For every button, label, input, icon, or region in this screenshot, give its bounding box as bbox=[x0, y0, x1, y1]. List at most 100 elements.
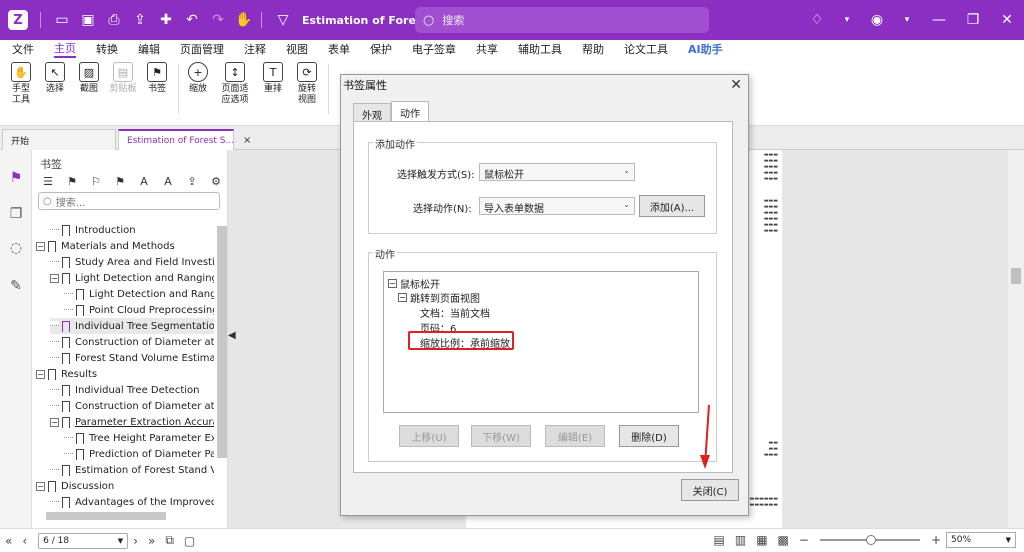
bookmark-item[interactable]: Advantages of the Improved Individual bbox=[50, 494, 214, 510]
menu-item[interactable]: 表单 bbox=[328, 41, 350, 57]
bell-icon[interactable]: ♢ bbox=[806, 9, 828, 31]
zoom-in-icon[interactable]: + bbox=[931, 533, 941, 547]
tab-appearance[interactable]: 外观 bbox=[353, 103, 391, 122]
font-decrease-icon[interactable]: A bbox=[158, 172, 178, 190]
clipboard-button[interactable]: ▤ 剪贴板 bbox=[106, 62, 140, 95]
minimize-button[interactable]: — bbox=[922, 0, 956, 40]
attachment-icon[interactable]: ✎ bbox=[6, 276, 26, 296]
bookmark-scrollbar[interactable] bbox=[217, 226, 227, 458]
collapse-panel-icon[interactable]: ◀ bbox=[228, 330, 236, 341]
menu-item[interactable]: 辅助工具 bbox=[518, 41, 562, 57]
collapse-icon[interactable]: − bbox=[388, 279, 397, 288]
bookmark-hscrollbar[interactable] bbox=[46, 512, 166, 520]
bookmark-panel-icon[interactable]: ⚑ bbox=[6, 168, 26, 188]
menu-item[interactable]: 转换 bbox=[96, 41, 118, 57]
menu-item[interactable]: 电子签章 bbox=[412, 41, 456, 57]
action-select[interactable]: 导入表单数据 ⌄ bbox=[479, 197, 635, 215]
chevron-down-icon[interactable]: ▽ bbox=[272, 9, 294, 31]
bookmark-item[interactable]: Study Area and Field Investigation bbox=[50, 254, 214, 270]
select-button[interactable]: ↖ 选择 bbox=[38, 62, 72, 95]
print-icon[interactable]: ⎙ bbox=[103, 9, 125, 31]
undo-icon[interactable]: ↶ bbox=[181, 9, 203, 31]
new-file-icon[interactable]: ✚ bbox=[155, 9, 177, 31]
fit-width-icon[interactable]: ⧉ bbox=[165, 533, 174, 548]
screenshot-button[interactable]: ▨ 截图 bbox=[72, 62, 106, 95]
tab-home[interactable]: 开始 bbox=[2, 129, 116, 150]
collapse-icon[interactable]: − bbox=[50, 417, 59, 427]
grid-view-icon[interactable]: ▩ bbox=[778, 533, 789, 547]
prev-page-icon[interactable]: ‹ bbox=[22, 534, 27, 548]
tree-node-goto-view[interactable]: − 跳转到页面视图 bbox=[398, 290, 480, 305]
fit-page-button[interactable]: ↕ 页面适 应选项 bbox=[216, 62, 254, 106]
menu-item[interactable]: 主页 bbox=[54, 40, 76, 58]
menu-item[interactable]: 论文工具 bbox=[624, 41, 668, 57]
bookmark-item[interactable]: Introduction bbox=[50, 222, 136, 238]
edit-button[interactable]: 编辑(E) bbox=[545, 425, 605, 447]
bookmark-item[interactable]: Point Cloud Preprocessing bbox=[64, 302, 214, 318]
zoom-button[interactable]: + 缩放 bbox=[181, 62, 215, 95]
close-icon[interactable]: ✕ bbox=[730, 77, 742, 93]
menu-item[interactable]: 编辑 bbox=[138, 41, 160, 57]
bookmark-item[interactable]: − Parameter Extraction Accuracy bbox=[50, 414, 214, 430]
trigger-select[interactable]: 鼠标松开 ⌄ bbox=[479, 163, 635, 181]
pages-icon[interactable]: ❐ bbox=[6, 204, 26, 224]
rotate-view-button[interactable]: ⟳ 旋转 视图 bbox=[290, 62, 324, 106]
page-number-input[interactable]: 6 / 18 ▼ bbox=[38, 532, 129, 549]
font-increase-icon[interactable]: A bbox=[134, 172, 154, 190]
first-page-icon[interactable]: « bbox=[5, 534, 12, 548]
two-page-view-icon[interactable]: ▦ bbox=[756, 533, 767, 547]
action-tree[interactable]: − 鼠标松开 − 跳转到页面视图 文档：当前文档 页码：6 缩放比例：承前缩放 bbox=[383, 271, 699, 413]
vertical-scrollbar[interactable] bbox=[1008, 150, 1024, 528]
single-page-icon[interactable]: ▢ bbox=[184, 534, 195, 548]
move-down-button[interactable]: 下移(W) bbox=[471, 425, 531, 447]
move-up-button[interactable]: 上移(U) bbox=[399, 425, 459, 447]
single-page-view-icon[interactable]: ▤ bbox=[714, 533, 725, 547]
close-window-button[interactable]: ✕ bbox=[990, 0, 1024, 40]
bookmark-item[interactable]: Individual Tree Detection bbox=[50, 382, 199, 398]
zoom-out-icon[interactable]: − bbox=[799, 533, 809, 547]
hand-tool-button[interactable]: ✋ 手型 工具 bbox=[4, 62, 38, 106]
zoom-slider-knob[interactable] bbox=[865, 535, 876, 545]
bookmark-item[interactable]: Light Detection and Ranging bbox=[64, 286, 214, 302]
zoom-slider[interactable] bbox=[819, 535, 920, 545]
close-dialog-button[interactable]: 关闭(C) bbox=[681, 479, 739, 501]
tab-action[interactable]: 动作 bbox=[391, 101, 429, 121]
bookmark-item[interactable]: Individual Tree Segmentation bbox=[50, 318, 214, 334]
collapse-icon[interactable]: − bbox=[36, 481, 45, 491]
comment-icon[interactable]: ◌ bbox=[6, 238, 26, 258]
bookmark-button[interactable]: ⚑ 书签 bbox=[140, 62, 174, 95]
next-page-icon[interactable]: › bbox=[133, 534, 138, 548]
menu-item[interactable]: 注释 bbox=[244, 41, 266, 57]
menu-item[interactable]: 帮助 bbox=[582, 41, 604, 57]
scroll-thumb[interactable] bbox=[1011, 268, 1021, 284]
zoom-select[interactable]: 50% ▼ bbox=[946, 532, 1016, 548]
folder-icon[interactable]: ▭ bbox=[51, 9, 73, 31]
search-box[interactable]: ○ 搜索 bbox=[415, 7, 709, 33]
collapse-icon[interactable]: − bbox=[50, 273, 59, 283]
bookmark-remove-icon[interactable]: ⚐ bbox=[86, 172, 106, 190]
bookmark-item[interactable]: − Discussion bbox=[36, 478, 114, 494]
chevron-down-icon[interactable]: ▾ bbox=[896, 9, 918, 31]
bookmark-item[interactable]: − Light Detection and Ranging (LiDAR) bbox=[50, 270, 214, 286]
menu-item[interactable]: 共享 bbox=[476, 41, 498, 57]
reflow-button[interactable]: T 重排 bbox=[256, 62, 290, 95]
bookmark-item[interactable]: Tree Height Parameter Extraction bbox=[64, 430, 214, 446]
tree-node-doc[interactable]: 文档：当前文档 bbox=[420, 305, 490, 320]
menu-item[interactable]: 视图 bbox=[286, 41, 308, 57]
menu-item[interactable]: 文件 bbox=[12, 41, 34, 57]
bookmark-edit-icon[interactable]: ⚑ bbox=[110, 172, 130, 190]
menu-item[interactable]: 保护 bbox=[370, 41, 392, 57]
bookmark-settings-icon[interactable]: ⚙ bbox=[206, 172, 226, 190]
delete-button[interactable]: 删除(D) bbox=[619, 425, 679, 447]
menu-item[interactable]: 页面管理 bbox=[180, 41, 224, 57]
bookmark-item[interactable]: Construction of Diameter at Breast bbox=[50, 334, 214, 350]
bookmark-item[interactable]: Estimation of Forest Stand Volume bbox=[50, 462, 214, 478]
bookmark-search-input[interactable]: ○ 搜索... bbox=[38, 192, 220, 210]
bookmark-item[interactable]: Construction of Diameter at Breast bbox=[50, 398, 214, 414]
list-icon[interactable]: ☰ bbox=[38, 172, 58, 190]
hand-tool-icon[interactable]: ✋ bbox=[233, 9, 255, 31]
collapse-icon[interactable]: − bbox=[398, 293, 407, 302]
restore-button[interactable]: ❐ bbox=[956, 0, 990, 40]
tab-document[interactable]: Estimation of Forest S... × bbox=[118, 129, 251, 150]
menu-item[interactable]: AI助手 bbox=[688, 41, 723, 57]
